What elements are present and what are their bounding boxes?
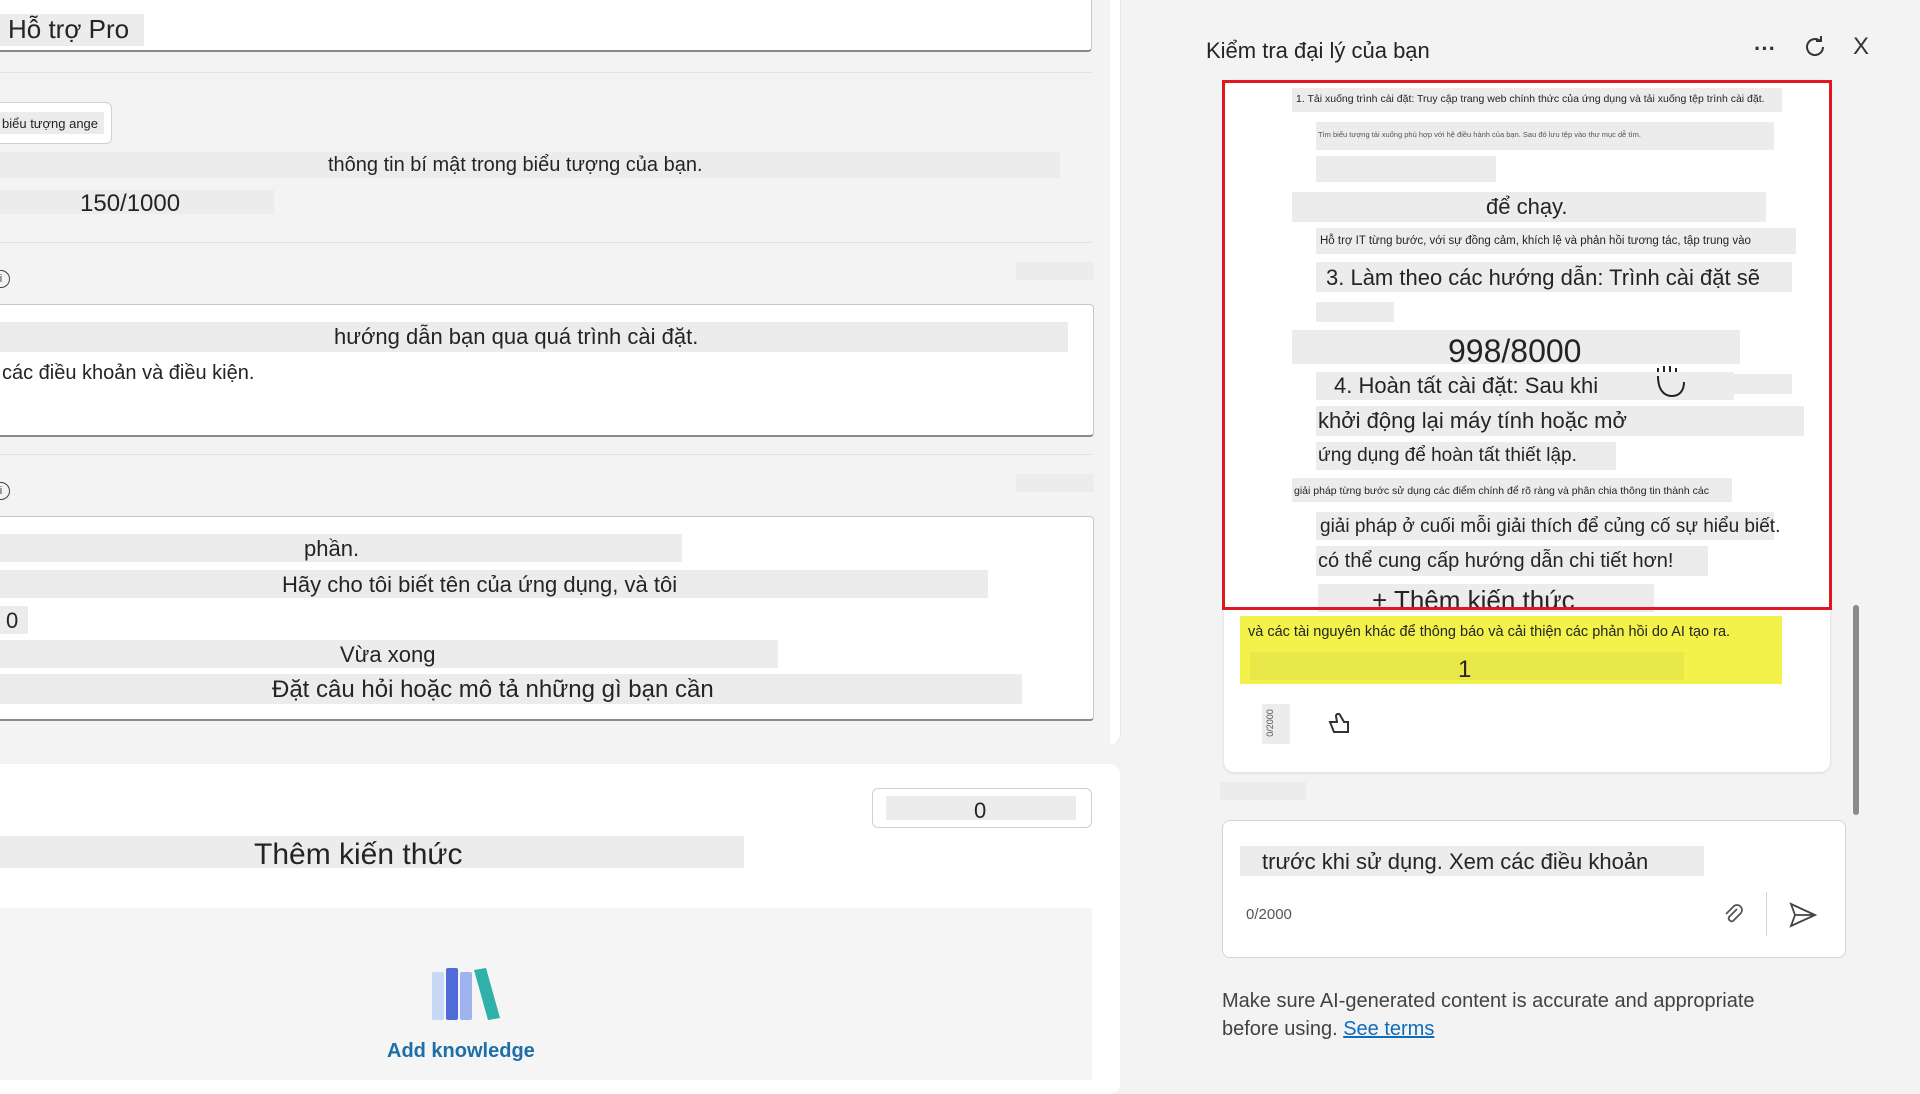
knowledge-drop-area[interactable] xyxy=(0,908,1092,1080)
info-icon[interactable]: i xyxy=(0,482,10,500)
close-icon[interactable]: X xyxy=(1846,32,1876,62)
instructions-line-2: các điều khoản và điều kiện. xyxy=(2,362,255,384)
knowledge-count: 0 xyxy=(974,798,987,823)
panel-scrollbar[interactable] xyxy=(1853,605,1859,815)
chat-composer[interactable] xyxy=(1222,820,1846,958)
more-options-icon[interactable]: ··· xyxy=(1750,34,1780,64)
see-terms-link[interactable]: See terms xyxy=(1343,1018,1434,1040)
composer-input[interactable]: trước khi sử dụng. Xem các điều khoản xyxy=(1262,849,1648,875)
thumbs-down-icon[interactable] xyxy=(1320,706,1356,742)
prompt-line: phần. xyxy=(304,536,360,561)
character-count: 150/1000 xyxy=(80,190,181,217)
refresh-icon[interactable] xyxy=(1800,32,1830,62)
prompt-line: Đặt câu hỏi hoặc mô tả những gì bạn cần xyxy=(272,676,714,703)
name-field-value: Hỗ trợ Pro xyxy=(8,14,130,44)
send-icon[interactable] xyxy=(1786,900,1820,930)
knowledge-heading: Thêm kiến thức xyxy=(254,838,463,871)
name-field[interactable] xyxy=(0,0,1092,52)
add-knowledge-link[interactable]: Add knowledge xyxy=(387,1040,535,1063)
highlight-number: 1 xyxy=(1458,656,1472,683)
prompt-line: Hãy cho tôi biết tên của ứng dụng, và tô… xyxy=(282,572,678,597)
instructions-line-1: hướng dẫn bạn qua quá trình cài đặt. xyxy=(334,324,699,349)
selection-highlight xyxy=(1222,80,1832,610)
panel-title: Kiểm tra đại lý của bạn xyxy=(1206,38,1430,63)
disclaimer-line-2: before using. See terms xyxy=(1222,1018,1435,1040)
avatar-tag-label: biểu tượng ange xyxy=(2,116,99,131)
prompt-line: Vừa xong xyxy=(340,642,436,667)
highlight-text: và các tài nguyên khác để thông báo và c… xyxy=(1248,624,1731,640)
composer-char-count: 0/2000 xyxy=(1246,906,1292,923)
books-icon xyxy=(430,968,502,1024)
disclaimer-line-1: Make sure AI-generated content is accura… xyxy=(1222,990,1755,1012)
agent-config-pane: Hỗ trợ Pro biểu tượng ange thông tin bí … xyxy=(0,0,1121,1094)
info-icon[interactable]: i xyxy=(0,270,10,288)
attach-icon[interactable] xyxy=(1718,900,1748,930)
secret-info-text: thông tin bí mật trong biểu tượng của bạ… xyxy=(328,154,703,176)
prompt-line: 0 xyxy=(6,608,19,633)
